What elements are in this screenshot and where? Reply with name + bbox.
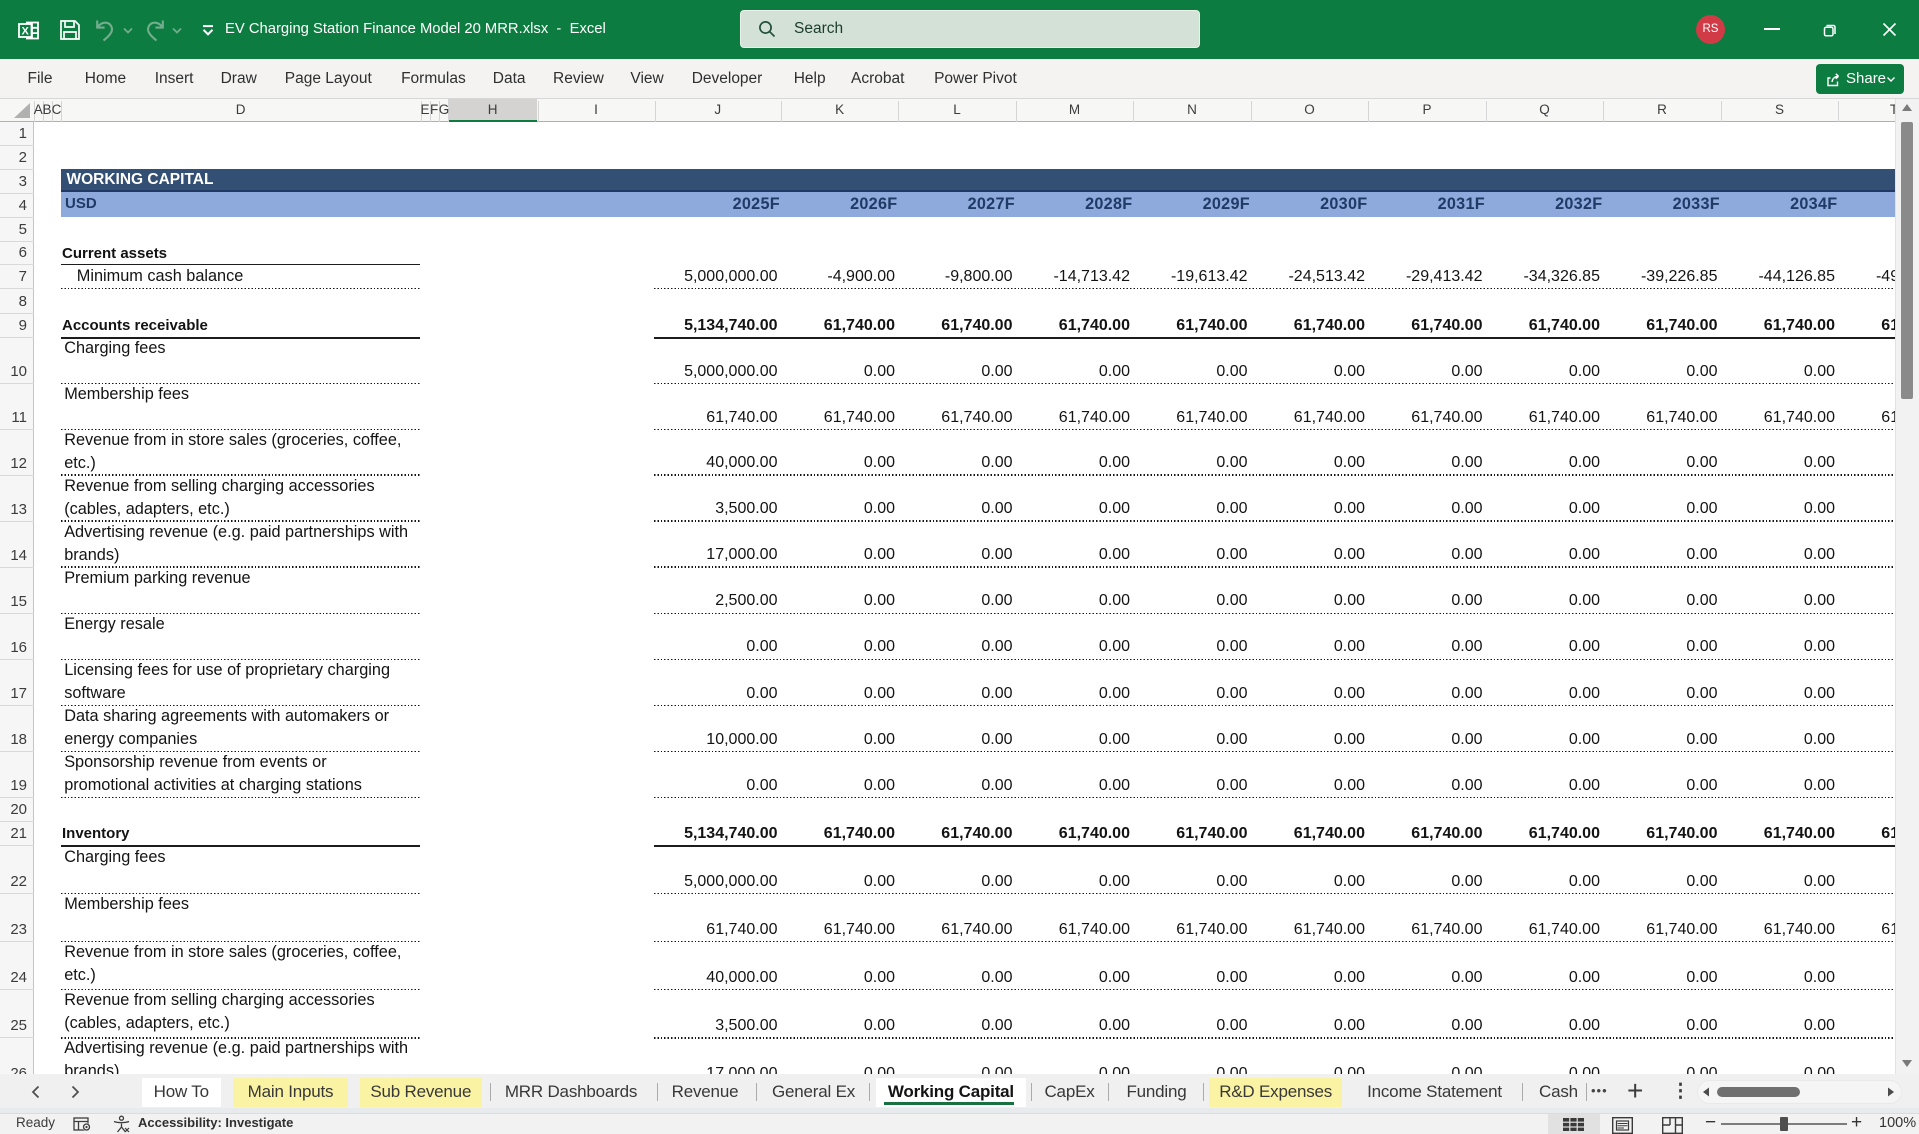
svg-text:X: X [22, 26, 30, 38]
